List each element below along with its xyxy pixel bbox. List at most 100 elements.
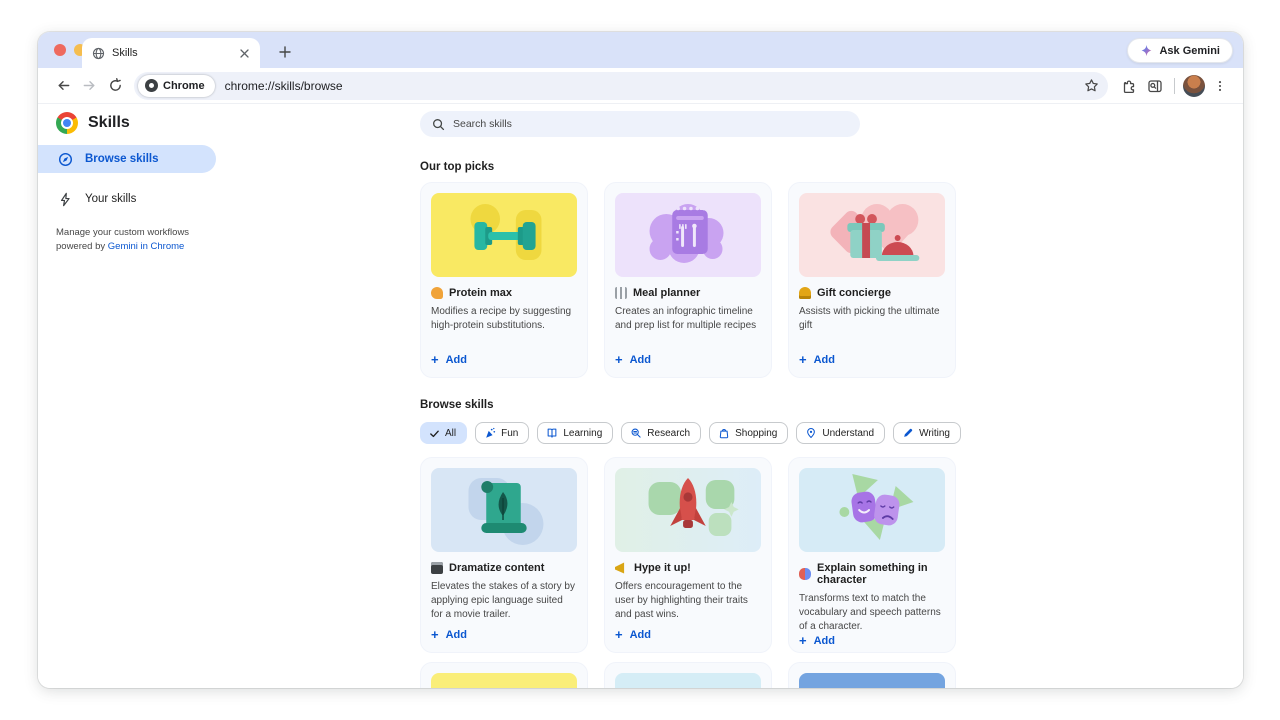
filter-chip-understand[interactable]: Understand bbox=[796, 422, 886, 444]
add-skill-button[interactable]: + Add bbox=[615, 352, 761, 367]
card-title-row: Explain something in character bbox=[799, 562, 945, 586]
card-title-row: Gift concierge bbox=[799, 287, 945, 299]
skill-card-partial bbox=[420, 662, 588, 688]
caption-line2: powered by bbox=[56, 241, 108, 253]
plus-icon: + bbox=[799, 352, 807, 367]
sidebar-item-browse-skills[interactable]: Browse skills bbox=[38, 145, 216, 173]
section-heading-top-picks: Our top picks bbox=[420, 161, 495, 173]
close-window-button[interactable] bbox=[54, 44, 66, 56]
filter-chips: All Fun Learning Research Shopping Under… bbox=[420, 422, 961, 444]
extensions-icon[interactable] bbox=[1116, 73, 1142, 99]
back-button[interactable] bbox=[50, 73, 76, 99]
filter-chip-fun[interactable]: Fun bbox=[475, 422, 530, 444]
shopping-bag-icon bbox=[719, 429, 729, 439]
card-description: Offers encouragement to the user by high… bbox=[615, 581, 748, 620]
bolt-icon bbox=[60, 192, 70, 206]
browser-window: Skills Ask Gemini Chrome chrome://skills… bbox=[38, 32, 1243, 688]
plus-icon: + bbox=[431, 627, 439, 642]
add-label: Add bbox=[813, 353, 835, 366]
add-label: Add bbox=[813, 634, 835, 647]
skills-page: Skills Browse skills Your skills Manage … bbox=[38, 104, 1243, 688]
card-title: Dramatize content bbox=[449, 562, 545, 574]
add-label: Add bbox=[445, 628, 467, 641]
pen-icon bbox=[904, 428, 913, 437]
search-bar[interactable] bbox=[420, 111, 860, 137]
avatar-image bbox=[1183, 74, 1205, 97]
megaphone-icon bbox=[615, 562, 625, 574]
research-icon bbox=[631, 428, 641, 438]
confetti-icon bbox=[486, 427, 496, 438]
add-skill-button[interactable]: + Add bbox=[431, 627, 577, 642]
bookmark-star-icon[interactable] bbox=[1078, 73, 1104, 99]
meal-calendar-icon bbox=[615, 287, 627, 299]
pin-icon bbox=[807, 428, 816, 439]
chrome-logo-icon bbox=[56, 112, 78, 134]
toolbar-divider bbox=[1174, 77, 1175, 94]
compass-icon bbox=[58, 152, 73, 166]
browser-tab-skills[interactable]: Skills bbox=[82, 38, 260, 68]
site-chip-label: Chrome bbox=[163, 79, 205, 92]
more-menu-icon[interactable] bbox=[1207, 73, 1233, 99]
reload-button[interactable] bbox=[102, 73, 128, 99]
ask-gemini-button[interactable]: Ask Gemini bbox=[1127, 38, 1233, 63]
clapper-board-icon bbox=[431, 562, 443, 574]
site-chip[interactable]: Chrome bbox=[138, 74, 215, 97]
forward-button[interactable] bbox=[76, 73, 102, 99]
skill-card-hype-it-up: Hype it up! Offers encouragement to the … bbox=[604, 457, 772, 653]
add-label: Add bbox=[629, 353, 651, 366]
browse-skills-row: Dramatize content Elevates the stakes of… bbox=[420, 457, 956, 653]
gemini-spark-icon bbox=[1142, 44, 1152, 57]
section-heading-browse: Browse skills bbox=[420, 399, 494, 411]
profile-avatar[interactable] bbox=[1181, 73, 1207, 99]
ask-gemini-label: Ask Gemini bbox=[1159, 44, 1220, 57]
card-title: Hype it up! bbox=[634, 562, 691, 574]
filter-chip-all[interactable]: All bbox=[420, 422, 468, 444]
caption-line1: Manage your custom workflows bbox=[56, 227, 190, 238]
meal-planner-illustration bbox=[615, 193, 761, 277]
add-label: Add bbox=[629, 628, 651, 641]
card-title: Gift concierge bbox=[817, 287, 891, 299]
add-skill-button[interactable]: + Add bbox=[431, 352, 577, 367]
plus-icon: + bbox=[615, 352, 623, 367]
search-input[interactable] bbox=[453, 118, 848, 130]
partial-illustration bbox=[799, 673, 945, 688]
check-icon bbox=[430, 430, 439, 437]
add-skill-button[interactable]: + Add bbox=[615, 627, 761, 642]
sidebar-item-label: Your skills bbox=[85, 193, 137, 205]
plus-icon: + bbox=[615, 627, 623, 642]
add-skill-button[interactable]: + Add bbox=[799, 352, 945, 367]
plus-icon: + bbox=[799, 633, 807, 649]
page-title: Skills bbox=[88, 114, 130, 131]
tab-strip: Skills Ask Gemini bbox=[38, 32, 1243, 68]
skill-card-explain-in-character: Explain something in character Transform… bbox=[788, 457, 956, 653]
protein-max-illustration bbox=[431, 193, 577, 277]
gift-concierge-illustration bbox=[799, 193, 945, 277]
new-tab-button[interactable] bbox=[272, 39, 298, 65]
book-icon bbox=[547, 428, 557, 438]
skill-card-gift-concierge: Gift concierge Assists with picking the … bbox=[788, 182, 956, 378]
gemini-in-chrome-link[interactable]: Gemini in Chrome bbox=[108, 241, 185, 252]
sidebar-item-your-skills[interactable]: Your skills bbox=[38, 185, 216, 213]
close-tab-icon[interactable] bbox=[236, 45, 252, 61]
card-title: Protein max bbox=[449, 287, 512, 299]
card-title-row: Protein max bbox=[431, 287, 577, 299]
url-text[interactable]: chrome://skills/browse bbox=[225, 79, 343, 93]
filter-chip-research[interactable]: Research bbox=[621, 422, 702, 444]
search-icon bbox=[433, 118, 445, 130]
filter-chip-writing[interactable]: Writing bbox=[893, 422, 961, 444]
partial-illustration bbox=[431, 673, 577, 688]
filter-chip-shopping[interactable]: Shopping bbox=[709, 422, 789, 444]
chrome-mono-icon bbox=[145, 79, 158, 92]
bellhop-bell-icon bbox=[799, 287, 811, 299]
address-bar[interactable]: Chrome chrome://skills/browse bbox=[134, 71, 1108, 100]
sidebar-item-label: Browse skills bbox=[85, 153, 159, 165]
flexed-biceps-icon bbox=[431, 287, 443, 299]
side-panel-search-icon[interactable] bbox=[1142, 73, 1168, 99]
skill-card-meal-planner: Meal planner Creates an infographic time… bbox=[604, 182, 772, 378]
filter-chip-learning[interactable]: Learning bbox=[537, 422, 614, 444]
performing-arts-masks-icon bbox=[799, 568, 811, 580]
partial-skills-row bbox=[420, 662, 956, 688]
tab-title: Skills bbox=[112, 47, 138, 59]
skill-card-partial bbox=[604, 662, 772, 688]
add-skill-button[interactable]: + Add bbox=[799, 633, 945, 648]
